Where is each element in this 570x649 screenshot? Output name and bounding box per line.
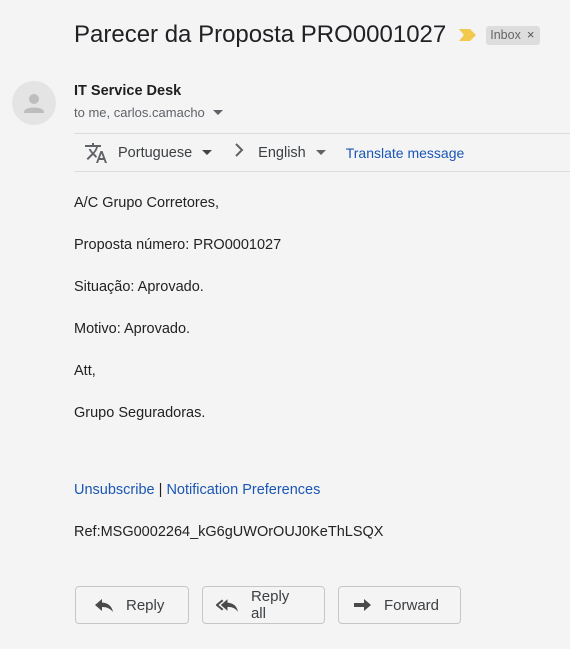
source-language-select[interactable]: Portuguese	[118, 144, 213, 161]
body-line: Grupo Seguradoras.	[74, 405, 206, 421]
subject-row: Parecer da Proposta PRO0001027 Inbox ×	[74, 16, 541, 54]
chevron-down-icon	[315, 150, 326, 155]
person-icon	[24, 94, 44, 113]
recipients-text: to me, carlos.camacho	[74, 105, 205, 120]
translate-icon	[84, 141, 108, 165]
target-language-select[interactable]: English	[258, 145, 326, 161]
inbox-label-chip[interactable]: Inbox ×	[486, 25, 541, 45]
importance-marker-icon[interactable]	[458, 28, 478, 42]
email-view: Parecer da Proposta PRO0001027 Inbox × I…	[0, 0, 570, 649]
translate-message-link[interactable]: Translate message	[346, 145, 465, 161]
show-details-chevron-down-icon[interactable]	[212, 110, 223, 115]
link-separator: |	[158, 482, 163, 498]
email-subject: Parecer da Proposta PRO0001027	[74, 21, 447, 48]
translate-bar: Portuguese English Translate message	[74, 133, 570, 172]
reply-button[interactable]: Reply	[75, 586, 189, 624]
email-body: A/C Grupo Corretores, Proposta número: P…	[74, 195, 281, 447]
forward-label: Forward	[384, 596, 440, 614]
forward-button[interactable]: Forward	[338, 586, 461, 624]
inbox-label-text: Inbox	[490, 27, 521, 42]
body-line: Att,	[74, 363, 96, 379]
reply-all-button[interactable]: Reply all	[202, 586, 325, 624]
target-language-label: English	[258, 144, 306, 161]
reply-label: Reply	[126, 596, 165, 614]
reply-all-label: Reply all	[250, 588, 290, 622]
sender-name[interactable]: IT Service Desk	[74, 83, 181, 99]
message-actions: Reply Reply all Forward	[75, 586, 461, 624]
unsubscribe-link[interactable]: Unsubscribe	[74, 482, 155, 498]
avatar[interactable]	[12, 81, 56, 125]
footer-links: Unsubscribe | Notification Preferences	[74, 482, 320, 498]
body-line: Situação: Aprovado.	[74, 279, 204, 295]
reply-icon	[95, 599, 113, 612]
reply-all-icon	[216, 599, 238, 612]
reference-id: Ref:MSG0002264_kG6gUWOrOUJ0KeThLSQX	[74, 524, 384, 540]
body-line: Proposta número: PRO0001027	[74, 237, 282, 253]
chevron-down-icon	[202, 150, 213, 155]
body-line: A/C Grupo Corretores,	[74, 195, 220, 211]
forward-icon	[354, 599, 371, 611]
notification-preferences-link[interactable]: Notification Preferences	[166, 482, 320, 498]
remove-label-icon[interactable]: ×	[527, 28, 535, 41]
chevron-right-icon	[234, 143, 244, 162]
recipients-line[interactable]: to me, carlos.camacho	[74, 105, 223, 120]
body-line: Motivo: Aprovado.	[74, 321, 191, 337]
source-language-label: Portuguese	[118, 144, 193, 161]
